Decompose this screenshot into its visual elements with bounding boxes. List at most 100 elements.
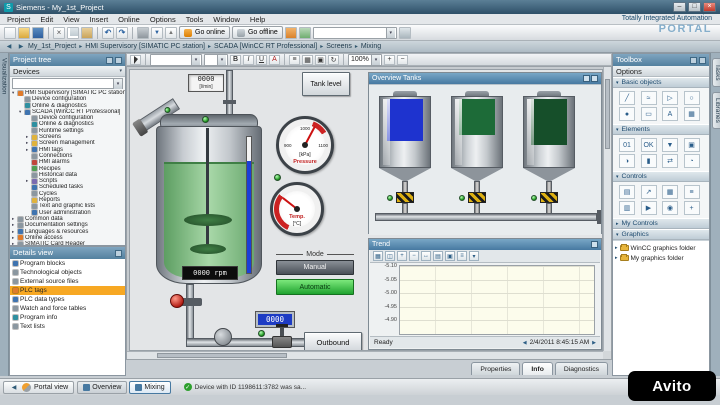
zoom-select[interactable]: 100% ▾ bbox=[348, 54, 382, 66]
overview-tanks-panel[interactable]: Overview Tanks bbox=[368, 72, 602, 234]
rectangle-icon[interactable]: ▭ bbox=[641, 107, 657, 121]
manual-button[interactable]: Manual bbox=[276, 260, 354, 275]
valve-actuator[interactable] bbox=[468, 192, 486, 203]
details-item[interactable]: Text lists bbox=[10, 322, 125, 331]
accessible-devices-select[interactable]: ▾ bbox=[313, 27, 397, 39]
io-field-icon[interactable]: 01 bbox=[619, 138, 635, 152]
grid-icon[interactable]: ▤ bbox=[433, 251, 443, 261]
graphic-view-icon[interactable]: ▦ bbox=[684, 107, 700, 121]
portal-view-button[interactable]: ◀ Portal view bbox=[3, 381, 74, 394]
button-icon[interactable]: OK bbox=[641, 138, 657, 152]
new-project-icon[interactable] bbox=[4, 27, 16, 39]
status-force-icon[interactable]: + bbox=[684, 201, 700, 215]
export-icon[interactable]: ▾ bbox=[469, 251, 479, 261]
panel-button-icon[interactable] bbox=[583, 75, 590, 82]
pump[interactable] bbox=[214, 328, 232, 346]
grid-toggle-icon[interactable]: ▦ bbox=[302, 55, 313, 65]
section-basic-objects[interactable]: ▾ Basic objects bbox=[613, 77, 709, 88]
graphics-folder-item[interactable]: ▸ My graphics folder bbox=[615, 253, 707, 263]
trend-view-icon[interactable]: ↗ bbox=[641, 185, 657, 199]
compile-icon[interactable] bbox=[137, 27, 149, 39]
ellipse-icon[interactable]: ○ bbox=[684, 91, 700, 105]
settings-icon[interactable]: ≡ bbox=[457, 251, 467, 261]
pan-icon[interactable]: ↔ bbox=[421, 251, 431, 261]
tasks-tab[interactable]: Tasks bbox=[712, 58, 720, 87]
menu-item[interactable]: Help bbox=[245, 14, 270, 25]
tank-level-button[interactable]: Tank level bbox=[302, 72, 350, 96]
details-item[interactable]: Program info bbox=[10, 313, 125, 322]
recipe-view-icon[interactable]: ▥ bbox=[619, 201, 635, 215]
zoom-in-icon[interactable]: + bbox=[397, 251, 407, 261]
circle-icon[interactable]: ● bbox=[619, 107, 635, 121]
details-item[interactable]: PLC data types bbox=[10, 295, 125, 304]
overview-tank-2[interactable] bbox=[451, 91, 503, 223]
inspector-tab[interactable]: Properties bbox=[471, 362, 520, 375]
valve-actuator[interactable] bbox=[396, 192, 414, 203]
layers-icon[interactable]: ▣ bbox=[315, 55, 326, 65]
cut-icon[interactable]: × bbox=[53, 27, 65, 39]
visualization-tab[interactable]: Visualization bbox=[1, 53, 8, 376]
breadcrumb-item[interactable]: HMI Supervisory [SIMATIC PC station] bbox=[76, 43, 205, 50]
open-project-icon[interactable] bbox=[18, 27, 30, 39]
editor-tab[interactable]: Overview bbox=[77, 381, 127, 394]
details-item[interactable]: Watch and force tables bbox=[10, 304, 125, 313]
inspector-tab[interactable]: Info bbox=[522, 362, 552, 375]
scrollbar-thumb[interactable] bbox=[157, 353, 287, 358]
snapshot-icon[interactable]: ▣ bbox=[445, 251, 455, 261]
media-player-icon[interactable]: ▶ bbox=[641, 201, 657, 215]
horizontal-scrollbar[interactable] bbox=[127, 351, 603, 359]
breadcrumb-item[interactable]: Screens bbox=[317, 43, 352, 50]
underline-button[interactable]: U bbox=[256, 55, 267, 65]
go-offline-button[interactable]: Go offline bbox=[232, 26, 283, 39]
scroll-left-icon[interactable]: ◀ bbox=[523, 340, 527, 346]
details-item[interactable]: PLC tags bbox=[10, 286, 125, 295]
pressure-gauge[interactable]: 900 1000 1100 [kPa] Pressure bbox=[276, 116, 334, 174]
date-time-field-icon[interactable]: ◑ bbox=[619, 154, 635, 168]
table-view-icon[interactable]: ▦ bbox=[662, 185, 678, 199]
panel-button-icon[interactable] bbox=[591, 75, 598, 82]
zoom-out-icon[interactable]: − bbox=[409, 251, 419, 261]
zoom-in-button[interactable]: + bbox=[384, 55, 395, 65]
window-split-icon[interactable] bbox=[399, 27, 411, 39]
rpm-display[interactable]: 0000 rpm bbox=[182, 266, 238, 280]
trend-panel[interactable]: Trend ▦◫+−↔▤▣≡▾ -5.10 bbox=[368, 238, 602, 350]
italic-button[interactable]: I bbox=[243, 55, 254, 65]
pointer-tool-icon[interactable] bbox=[130, 55, 141, 65]
font-color-button[interactable]: A bbox=[269, 55, 280, 65]
menu-item[interactable]: Options bbox=[145, 14, 181, 25]
go-online-button[interactable]: Go online bbox=[179, 26, 230, 39]
rotate-icon[interactable]: ↻ bbox=[328, 55, 339, 65]
overview-tank-1[interactable] bbox=[379, 91, 431, 223]
user-view-icon[interactable]: ≡ bbox=[684, 185, 700, 199]
bold-button[interactable]: B bbox=[230, 55, 241, 65]
restore-icon[interactable] bbox=[299, 27, 311, 39]
alarm-view-icon[interactable]: ▤ bbox=[619, 185, 635, 199]
overview-tank-3[interactable] bbox=[523, 91, 575, 223]
details-item[interactable]: Program blocks bbox=[10, 259, 125, 268]
breadcrumb-item[interactable]: SCADA [WinCC RT Professional] bbox=[205, 43, 317, 50]
zoom-out-button[interactable]: − bbox=[397, 55, 408, 65]
libraries-tab[interactable]: Libraries bbox=[712, 92, 720, 129]
forward-icon[interactable]: ▶ bbox=[16, 43, 26, 50]
details-item[interactable]: External source files bbox=[10, 277, 125, 286]
collapse-left-icon[interactable] bbox=[115, 57, 122, 64]
polygon-icon[interactable]: ▷ bbox=[662, 91, 678, 105]
align-button[interactable]: ≡ bbox=[289, 55, 300, 65]
font-size-select[interactable]: ▾ bbox=[204, 54, 228, 66]
outbound-display[interactable]: 0000 bbox=[256, 312, 294, 327]
collapse-down-icon[interactable] bbox=[115, 250, 122, 257]
browser-icon[interactable]: ◉ bbox=[662, 201, 678, 215]
menu-item[interactable]: View bbox=[58, 14, 84, 25]
symbolic-io-field-icon[interactable]: ▼ bbox=[662, 138, 678, 152]
minimize-button[interactable]: – bbox=[673, 2, 686, 12]
vertical-scrollbar[interactable] bbox=[603, 67, 611, 351]
temperature-gauge[interactable]: Temp. [°C] bbox=[270, 182, 324, 236]
section-my-controls[interactable]: ▸ My Controls bbox=[613, 218, 709, 229]
upload-from-device-icon[interactable]: ▲ bbox=[165, 27, 177, 39]
flow-display[interactable]: 0000 [l/min] bbox=[188, 74, 224, 92]
menu-item[interactable]: Online bbox=[113, 14, 145, 25]
tank-level-indicator[interactable] bbox=[246, 136, 252, 274]
back-icon[interactable]: ◀ bbox=[4, 43, 14, 50]
online-diagnostics-icon[interactable] bbox=[285, 27, 297, 39]
breadcrumb-item[interactable]: My_1st_Project bbox=[28, 43, 76, 50]
